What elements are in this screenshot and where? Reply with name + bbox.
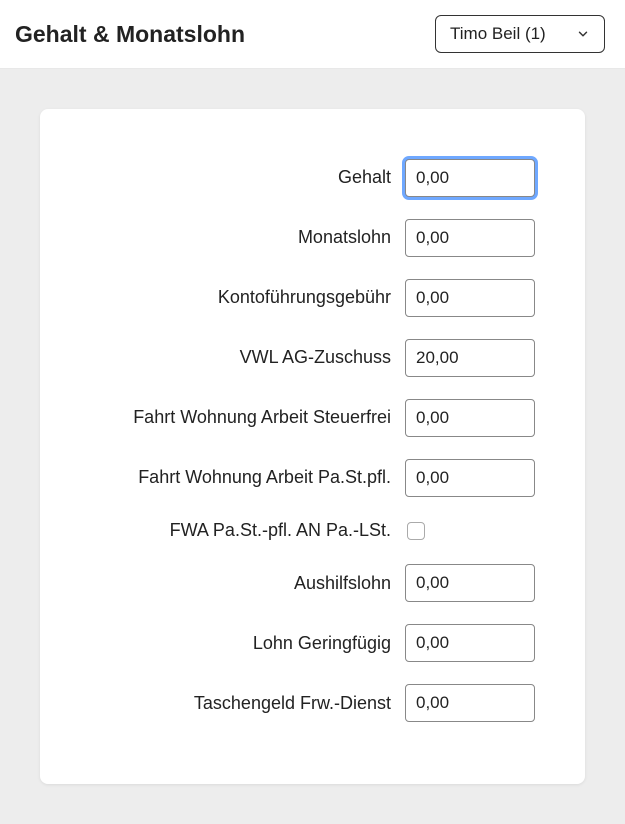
label-taschengeld: Taschengeld Frw.-Dienst [90,692,405,715]
input-aushilfslohn[interactable] [405,564,535,602]
label-lohn-geringfuegig: Lohn Geringfügig [90,632,405,655]
form-row-monatslohn: Monatslohn [90,219,535,257]
input-taschengeld[interactable] [405,684,535,722]
input-lohn-geringfuegig[interactable] [405,624,535,662]
salary-form-card: Gehalt Monatslohn Kontoführungsgebühr VW… [40,109,585,784]
form-row-fahrt-pastpfl: Fahrt Wohnung Arbeit Pa.St.pfl. [90,459,535,497]
form-row-gehalt: Gehalt [90,159,535,197]
form-row-fahrt-steuerfrei: Fahrt Wohnung Arbeit Steuerfrei [90,399,535,437]
chevron-down-icon [576,27,590,41]
form-row-fwa-checkbox: FWA Pa.St.-pfl. AN Pa.-LSt. [90,519,535,542]
page-header: Gehalt & Monatslohn Timo Beil (1) [0,0,625,69]
form-row-lohn-geringfuegig: Lohn Geringfügig [90,624,535,662]
checkbox-fwa[interactable] [407,522,425,540]
employee-dropdown[interactable]: Timo Beil (1) [435,15,605,53]
label-aushilfslohn: Aushilfslohn [90,572,405,595]
label-fwa-checkbox: FWA Pa.St.-pfl. AN Pa.-LSt. [90,519,405,542]
label-kontofuehrungsgebuehr: Kontoführungsgebühr [90,286,405,309]
form-row-aushilfslohn: Aushilfslohn [90,564,535,602]
input-gehalt[interactable] [405,159,535,197]
content-area: Gehalt Monatslohn Kontoführungsgebühr VW… [0,69,625,824]
input-kontofuehrungsgebuehr[interactable] [405,279,535,317]
input-vwl-ag-zuschuss[interactable] [405,339,535,377]
input-fahrt-steuerfrei[interactable] [405,399,535,437]
form-row-taschengeld: Taschengeld Frw.-Dienst [90,684,535,722]
page-title: Gehalt & Monatslohn [15,21,245,48]
form-row-kontofuehrungsgebuehr: Kontoführungsgebühr [90,279,535,317]
employee-dropdown-label: Timo Beil (1) [450,24,546,44]
form-row-vwl-ag-zuschuss: VWL AG-Zuschuss [90,339,535,377]
label-fahrt-steuerfrei: Fahrt Wohnung Arbeit Steuerfrei [90,406,405,429]
label-gehalt: Gehalt [90,166,405,189]
label-fahrt-pastpfl: Fahrt Wohnung Arbeit Pa.St.pfl. [90,466,405,489]
input-monatslohn[interactable] [405,219,535,257]
label-monatslohn: Monatslohn [90,226,405,249]
input-fahrt-pastpfl[interactable] [405,459,535,497]
label-vwl-ag-zuschuss: VWL AG-Zuschuss [90,346,405,369]
